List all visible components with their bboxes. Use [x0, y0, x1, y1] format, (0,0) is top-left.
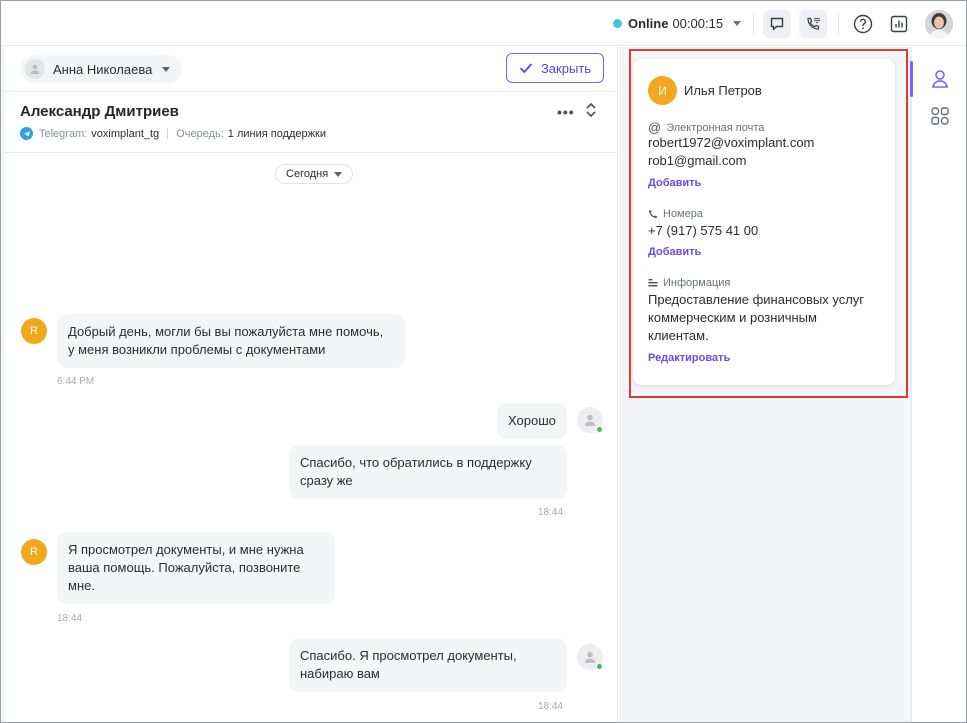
- message-text-line: Я просмотрел документы, и мне нужна: [68, 542, 304, 557]
- message-time: 18:44: [57, 613, 83, 624]
- stats-button[interactable]: [885, 10, 913, 38]
- conversation-meta: Telegram: voximplant_tg Очередь: 1 линия…: [20, 127, 334, 140]
- check-icon: [519, 63, 533, 74]
- chevron-down-icon: [162, 66, 171, 72]
- conversation-header: Александр Дмитриев Telegram: voximplant_…: [5, 91, 617, 153]
- help-button[interactable]: [849, 10, 877, 38]
- expand-collapse-icon[interactable]: [585, 101, 597, 124]
- message-bubble: Я просмотрел документы, и мне нужна ваша…: [57, 532, 335, 604]
- customer-avatar: R: [21, 318, 47, 344]
- message-text-line: Добрый день, могли бы вы пожалуйста мне …: [68, 324, 384, 339]
- message-bubble: Спасибо. Я просмотрел документы, набираю…: [289, 638, 567, 692]
- contact-name: Александр Дмитриев: [20, 103, 179, 120]
- status-dot: [613, 19, 622, 28]
- message-text-line: мне.: [68, 578, 95, 593]
- help-icon: [853, 14, 873, 34]
- right-rail: [911, 47, 966, 722]
- person-icon: [932, 70, 948, 88]
- active-tab-indicator: [910, 61, 913, 97]
- customer-avatar: R: [21, 539, 47, 565]
- app-window: Online 00:00:15 Анна Николаева Закрыть А…: [0, 0, 967, 723]
- message-time: 6:44 PM: [57, 376, 95, 387]
- queue-label: Очередь:: [176, 127, 224, 140]
- chat-bubble-icon: [770, 17, 784, 31]
- queue-value: 1 линия поддержки: [227, 127, 326, 140]
- message-time: 18:44: [538, 507, 564, 518]
- online-indicator: [596, 663, 603, 670]
- assignee-avatar: [25, 59, 45, 79]
- apps-icon: [931, 107, 949, 125]
- divider: [838, 13, 839, 35]
- close-button-label: Закрыть: [540, 60, 592, 76]
- message-text-line: сразу же: [300, 473, 353, 488]
- channel-label: Telegram:: [39, 127, 88, 140]
- message-text-line: набираю вам: [300, 666, 380, 681]
- bar-chart-icon: [890, 15, 908, 33]
- contact-tab[interactable]: [931, 69, 949, 94]
- message-text-line: Спасибо, что обратились в поддержку: [300, 455, 532, 470]
- assignee-selector[interactable]: Анна Николаева: [21, 55, 183, 83]
- person-icon: [30, 64, 40, 74]
- telegram-icon: [20, 127, 33, 140]
- chevron-down-icon: [334, 171, 343, 177]
- divider: [753, 13, 754, 35]
- integrations-tab[interactable]: [931, 107, 949, 130]
- user-photo-icon: [925, 10, 953, 38]
- message-text-line: у меня возникли проблемы с документами: [68, 342, 326, 357]
- person-icon: [584, 414, 596, 426]
- message-text-line: ваша помощь. Пожалуйста, позвоните: [68, 560, 301, 575]
- chat-panel: Анна Николаева Закрыть Александр Дмитрие…: [5, 47, 618, 722]
- date-filter-label: Сегодня: [286, 168, 329, 180]
- close-conversation-button[interactable]: Закрыть: [506, 53, 604, 83]
- user-avatar[interactable]: [925, 10, 953, 38]
- message-text-line: Спасибо. Я просмотрел документы,: [300, 648, 517, 663]
- status-selector[interactable]: Online 00:00:15: [613, 16, 742, 31]
- chat-button[interactable]: [763, 10, 791, 38]
- assignee-name: Анна Николаева: [53, 61, 153, 77]
- phone-dialpad-icon: [807, 17, 820, 30]
- status-label: Online: [628, 16, 669, 31]
- highlight-box: [629, 49, 908, 398]
- divider: [167, 128, 169, 139]
- message-bubble: Добрый день, могли бы вы пожалуйста мне …: [57, 314, 405, 368]
- status-timer: 00:00:15: [672, 16, 724, 31]
- date-filter[interactable]: Сегодня: [275, 164, 354, 184]
- dialpad-call-button[interactable]: [799, 10, 827, 38]
- message-bubble: Хорошо: [497, 403, 567, 439]
- online-indicator: [596, 426, 603, 433]
- message-text-line: Хорошо: [508, 413, 556, 428]
- chevron-down-icon: [733, 21, 742, 26]
- more-options-icon[interactable]: •••: [557, 104, 575, 120]
- message-time: 18:44: [538, 701, 564, 712]
- person-icon: [584, 651, 596, 663]
- top-bar: Online 00:00:15: [1, 1, 966, 46]
- message-bubble: Спасибо, что обратились в поддержку сраз…: [289, 445, 567, 499]
- channel-value: voximplant_tg: [91, 127, 160, 140]
